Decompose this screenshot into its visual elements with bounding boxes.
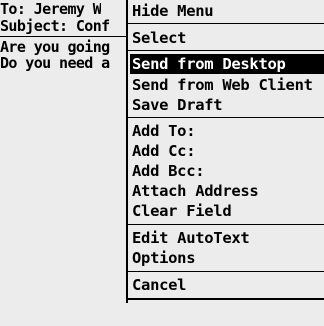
menu-divider (128, 50, 324, 51)
menu-item-save-draft[interactable]: Save Draft (132, 95, 324, 115)
menu-item-send-from-web-client[interactable]: Send from Web Client (132, 75, 324, 95)
menu-item-cancel[interactable]: Cancel (132, 275, 324, 295)
menu-divider (128, 224, 324, 225)
context-menu: Hide Menu Select Send from Desktop Send … (126, 0, 324, 303)
menu-item-send-from-desktop[interactable]: Send from Desktop (130, 54, 324, 74)
menu-bottom-border (128, 298, 324, 300)
subject-field[interactable]: Subject: Conf (0, 18, 110, 34)
menu-item-hide-menu[interactable]: Hide Menu (132, 1, 324, 21)
menu-divider (128, 23, 324, 24)
header-separator (0, 36, 130, 37)
menu-item-clear-field[interactable]: Clear Field (132, 201, 324, 221)
menu-item-add-cc[interactable]: Add Cc: (132, 141, 324, 161)
menu-item-attach-address[interactable]: Attach Address (132, 181, 324, 201)
body-line-2[interactable]: Do you need a (0, 55, 110, 71)
menu-divider (128, 117, 324, 118)
menu-divider (128, 271, 324, 272)
menu-item-add-bcc[interactable]: Add Bcc: (132, 161, 324, 181)
menu-item-select[interactable]: Select (132, 28, 324, 48)
to-field[interactable]: To: Jeremy W (0, 1, 101, 17)
menu-item-edit-autotext[interactable]: Edit AutoText (132, 228, 324, 248)
body-line-1[interactable]: Are you going (0, 39, 110, 55)
menu-item-options[interactable]: Options (132, 248, 324, 268)
compose-screen: To: Jeremy W Subject: Conf Are you going… (0, 0, 324, 326)
menu-item-add-to[interactable]: Add To: (132, 121, 324, 141)
